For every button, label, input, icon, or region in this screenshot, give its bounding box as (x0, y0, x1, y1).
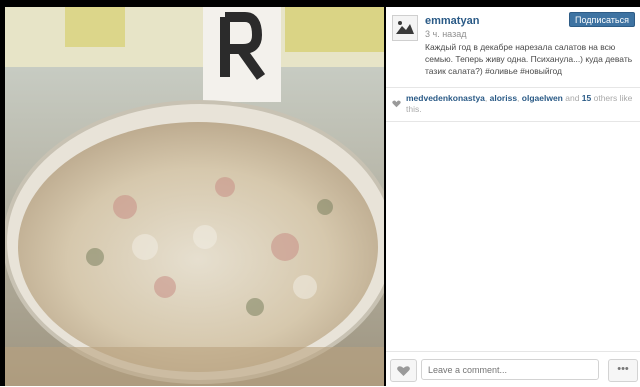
comment-input[interactable] (421, 359, 599, 380)
avatar-icon (393, 16, 417, 40)
likes-section: medvedenkonastya, aloriss, olgaelwen and… (386, 87, 640, 122)
heart-icon (397, 366, 410, 376)
more-options-button[interactable]: ••• (608, 359, 638, 382)
likes-text: medvedenkonastya, aloriss, olgaelwen and… (406, 93, 634, 115)
likes-and: and (562, 93, 582, 103)
follow-button[interactable]: Подписаться (569, 12, 635, 27)
post-header: emmatyan 3 ч. назад Подписаться Каждый г… (386, 7, 640, 88)
post-sidebar: emmatyan 3 ч. назад Подписаться Каждый г… (386, 7, 640, 386)
liker-link[interactable]: medvedenkonastya (406, 93, 485, 103)
username-link[interactable]: emmatyan (425, 15, 479, 27)
post-frame: emmatyan 3 ч. назад Подписаться Каждый г… (0, 0, 640, 386)
like-button[interactable] (390, 359, 417, 382)
post-timestamp[interactable]: 3 ч. назад (425, 29, 466, 39)
liker-link[interactable]: aloriss (490, 93, 517, 103)
photo-salad-bowl (5, 7, 384, 386)
comment-bar: ••• (386, 351, 640, 387)
avatar[interactable] (392, 15, 418, 41)
likes-others-count[interactable]: 15 (582, 93, 591, 103)
post-photo[interactable] (5, 7, 384, 386)
post-caption: Каждый год в декабре нарезала салатов на… (425, 42, 633, 76)
liker-link[interactable]: olgaelwen (522, 93, 563, 103)
heart-icon (392, 95, 401, 113)
